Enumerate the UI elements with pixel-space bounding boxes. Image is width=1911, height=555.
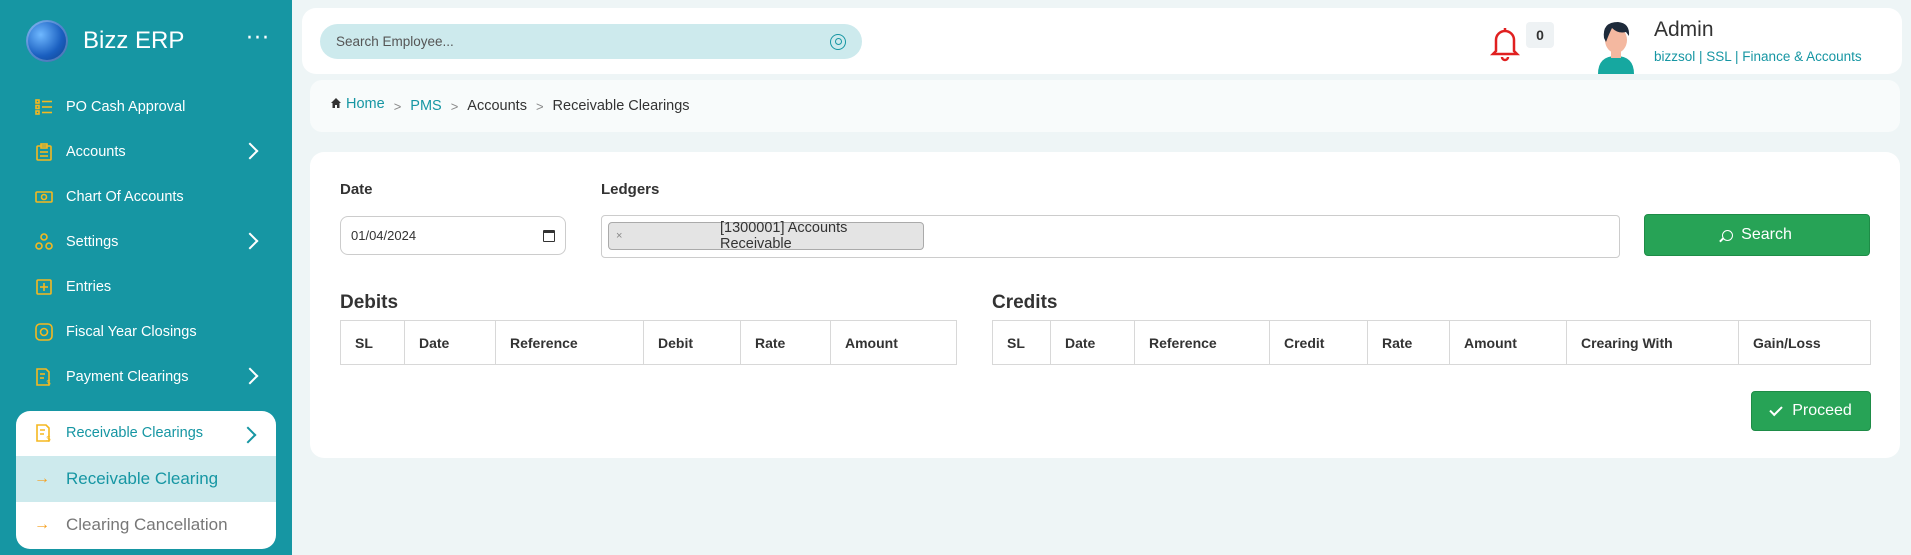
debits-header-row: SL Date Reference Debit Rate Amount — [340, 320, 957, 365]
sidebar-item-label: Accounts — [66, 144, 126, 160]
invoice-dollar-icon: $ — [34, 367, 54, 387]
sub-item-label: Receivable Clearing — [66, 469, 219, 488]
sidebar-item-po-cash-approval[interactable]: PO Cash Approval — [34, 92, 264, 122]
sub-item-label: Clearing Cancellation — [66, 515, 228, 534]
sidebar-item-label: Settings — [66, 234, 119, 250]
sidebar-item-clearing-cancellation[interactable]: → Clearing Cancellation — [16, 502, 276, 548]
breadcrumb-separator-icon: > — [535, 98, 544, 114]
clipboard-icon — [34, 142, 54, 162]
chevron-right-icon — [241, 367, 259, 385]
arrow-right-icon: → — [34, 470, 50, 487]
breadcrumb: Home > PMS > Accounts > Receivable Clear… — [310, 80, 1900, 132]
target-icon — [34, 322, 54, 342]
sidebar-item-entries[interactable]: Entries — [34, 272, 264, 302]
credits-col-gain-loss: Gain/Loss — [1738, 320, 1871, 365]
credits-col-date: Date — [1050, 320, 1135, 365]
date-field[interactable]: 01/04/2024 — [340, 216, 566, 255]
breadcrumb-separator-icon: > — [450, 98, 459, 114]
chevron-right-icon — [241, 232, 259, 250]
breadcrumb-separator-icon: > — [393, 98, 402, 114]
sidebar-item-label: Fiscal Year Closings — [66, 324, 197, 340]
debits-col-date: Date — [404, 320, 496, 365]
avatar[interactable] — [1592, 16, 1640, 74]
breadcrumb-home[interactable]: Home — [330, 96, 385, 112]
calendar-icon[interactable] — [543, 229, 555, 242]
debits-col-sl: SL — [340, 320, 405, 365]
credits-col-sl: SL — [992, 320, 1051, 365]
sidebar-item-label: Payment Clearings — [66, 369, 189, 385]
ledger-chip-label: [1300001] Accounts Receivable — [719, 220, 848, 252]
search-button[interactable]: Search — [1644, 214, 1870, 256]
globe-logo-icon — [26, 20, 68, 62]
sidebar-item-label: Entries — [66, 279, 112, 295]
user-circle-icon[interactable] — [830, 33, 846, 50]
search-icon — [1722, 229, 1734, 241]
search-button-label: Search — [1741, 226, 1792, 243]
ledgers-select[interactable]: × [1300001] Accounts Receivable — [601, 215, 1620, 258]
breadcrumb-current: Receivable Clearings — [552, 98, 690, 114]
date-value: 01/04/2024 — [351, 228, 417, 243]
sidebar-item-accounts[interactable]: Accounts — [34, 137, 264, 167]
money-icon — [34, 187, 54, 207]
arrow-right-icon: → — [34, 516, 50, 533]
debits-col-rate: Rate — [740, 320, 831, 365]
svg-text:$: $ — [46, 378, 51, 386]
plus-square-icon — [34, 277, 54, 297]
home-icon — [331, 98, 341, 108]
debits-title: Debits — [340, 292, 399, 313]
bell-icon[interactable] — [1488, 23, 1522, 63]
debits-col-debit: Debit — [643, 320, 741, 365]
date-label: Date — [340, 181, 373, 198]
breadcrumb-pms[interactable]: PMS — [410, 98, 441, 114]
sidebar-item-fiscal-year-closings[interactable]: Fiscal Year Closings — [34, 317, 264, 347]
breadcrumb-accounts: Accounts — [467, 98, 527, 114]
proceed-button-label: Proceed — [1792, 402, 1852, 419]
sidebar-item-label: Chart Of Accounts — [66, 189, 184, 205]
credits-table: SL Date Reference Credit Rate Amount Cre… — [992, 320, 1871, 365]
credits-col-credit: Credit — [1269, 320, 1368, 365]
debits-col-amount: Amount — [830, 320, 957, 365]
chevron-right-icon — [239, 426, 257, 444]
sidebar-item-receivable-clearings[interactable]: $ Receivable Clearings — [16, 411, 276, 455]
user-name: Admin — [1654, 18, 1714, 41]
breadcrumb-home-label: Home — [346, 96, 385, 112]
list-icon — [34, 97, 54, 117]
debits-col-reference: Reference — [495, 320, 644, 365]
submenu-title: Receivable Clearings — [66, 425, 204, 441]
invoice-dollar-icon: $ — [34, 423, 54, 443]
sidebar-item-receivable-clearing[interactable]: → Receivable Clearing — [16, 456, 276, 502]
ledgers-label: Ledgers — [601, 181, 660, 198]
sidebar-item-payment-clearings[interactable]: $ Payment Clearings — [34, 362, 264, 392]
credits-col-reference: Reference — [1134, 320, 1270, 365]
settings-nodes-icon — [34, 232, 54, 252]
receivable-clearing-card: Date 01/04/2024 Ledgers × [1300001] Acco… — [310, 152, 1900, 458]
brand-name: Bizz ERP — [83, 27, 185, 54]
chip-remove-icon[interactable]: × — [616, 230, 630, 242]
user-org-info: bizzsol | SSL | Finance & Accounts — [1654, 49, 1862, 64]
chevron-right-icon — [241, 142, 259, 160]
sidebar-item-label: PO Cash Approval — [66, 99, 186, 115]
sidebar-item-chart-of-accounts[interactable]: Chart Of Accounts — [34, 182, 264, 212]
check-icon — [1769, 402, 1783, 416]
credits-title: Credits — [992, 292, 1058, 313]
brand[interactable]: Bizz ERP — [26, 20, 184, 62]
credits-header-row: SL Date Reference Credit Rate Amount Cre… — [992, 320, 1871, 365]
ledger-chip: × [1300001] Accounts Receivable — [608, 220, 924, 252]
top-header: 0 Admin bizzsol | SSL | Finance & Accoun… — [302, 8, 1902, 74]
sidebar: Bizz ERP ··· PO Cash Approval Accounts C… — [0, 0, 292, 555]
search-input[interactable] — [336, 34, 830, 49]
svg-text:$: $ — [46, 434, 51, 442]
credits-col-rate: Rate — [1367, 320, 1450, 365]
submenu-receivable-clearings: $ Receivable Clearings → Receivable Clea… — [16, 411, 276, 549]
proceed-button[interactable]: Proceed — [1751, 391, 1871, 431]
credits-col-amount: Amount — [1449, 320, 1567, 365]
employee-search[interactable] — [320, 24, 862, 59]
notification-count: 0 — [1526, 22, 1554, 48]
more-menu-icon[interactable]: ··· — [246, 28, 270, 50]
sidebar-item-settings[interactable]: Settings — [34, 227, 264, 257]
credits-col-clearing-with: Crearing With — [1566, 320, 1739, 365]
debits-table: SL Date Reference Debit Rate Amount — [340, 320, 957, 365]
